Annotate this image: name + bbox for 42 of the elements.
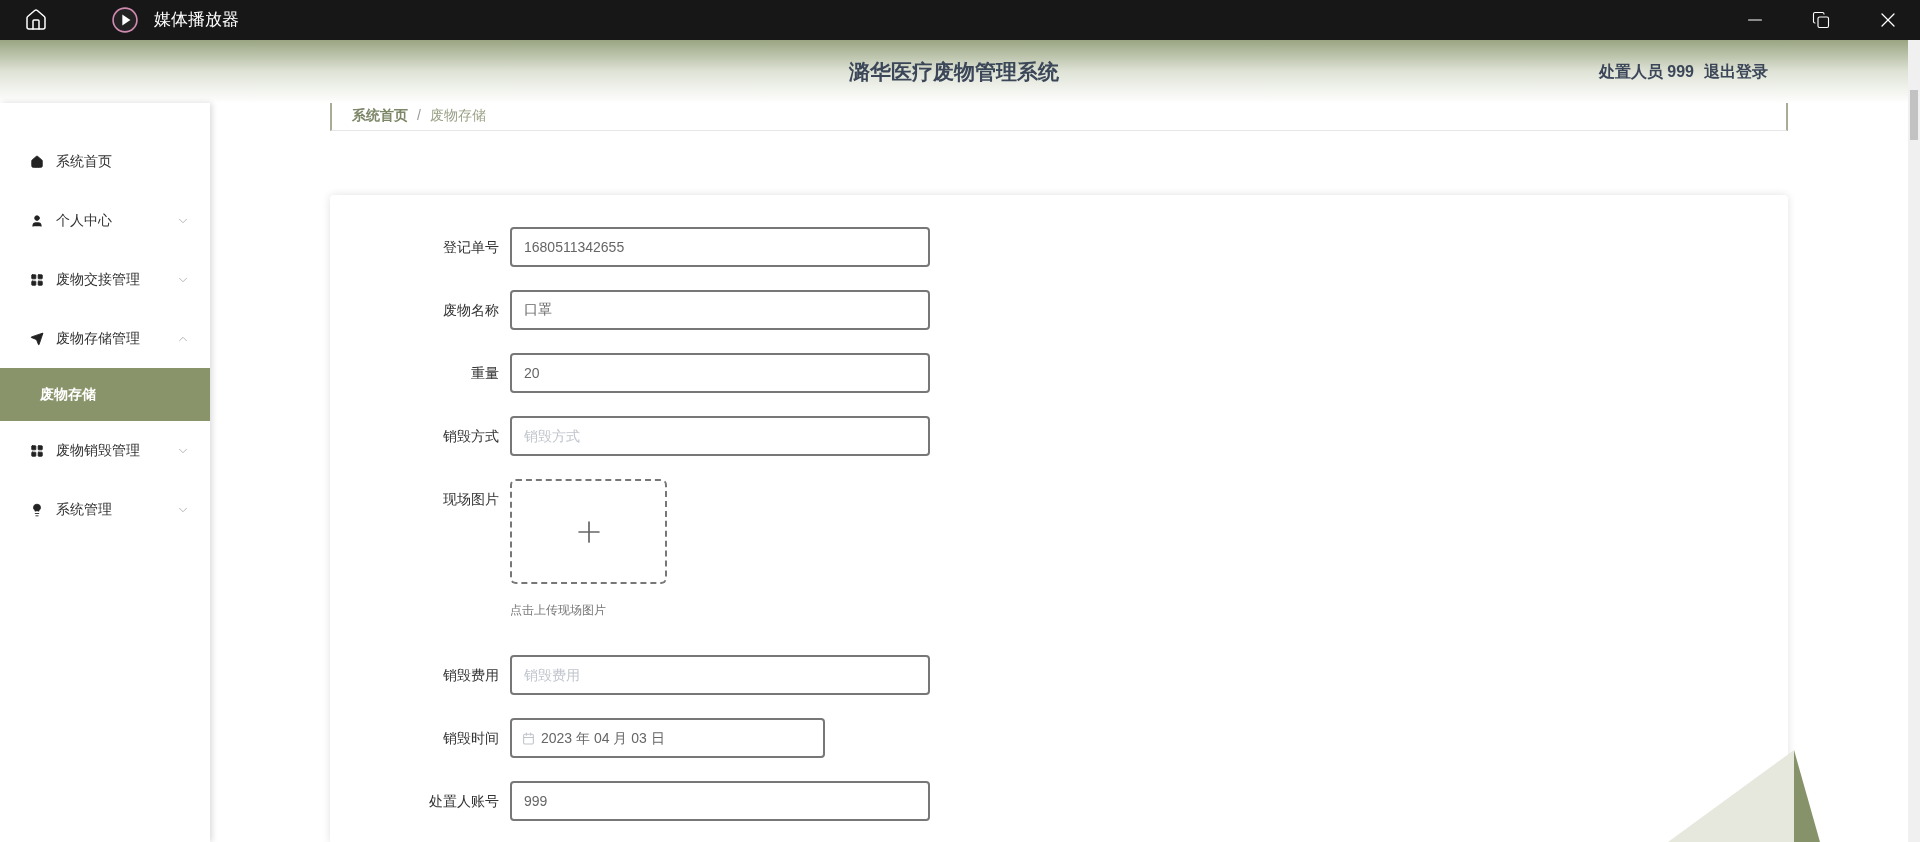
date-value: 2023 年 04 月 03 日 <box>541 728 665 748</box>
input-field[interactable]: 销毁费用 <box>510 655 930 695</box>
input-field[interactable]: 20 <box>510 353 930 393</box>
home-icon <box>30 154 44 169</box>
input-field[interactable]: 口罩 <box>510 290 930 330</box>
field-label: 废物名称 <box>442 301 499 320</box>
play-icon <box>112 7 138 33</box>
field-label: 登记单号 <box>442 238 499 257</box>
person-icon <box>30 213 44 228</box>
input-field[interactable]: 999 <box>510 781 930 821</box>
logout-link[interactable]: 退出登录 <box>1704 59 1768 84</box>
system-title: 潞华医疗废物管理系统 <box>849 58 1059 85</box>
scrollbar[interactable] <box>1908 40 1920 842</box>
upload-hint: 点击上传现场图片 <box>510 602 607 619</box>
field-label: 销毁时间 <box>442 729 499 748</box>
input-field[interactable]: 1680511342655 <box>510 227 930 267</box>
lightbulb-icon <box>30 502 44 517</box>
calendar-icon <box>522 731 535 745</box>
sidebar-item[interactable]: 废物销毁管理 <box>0 421 210 480</box>
field-label: 重量 <box>470 364 499 383</box>
field-label: 销毁方式 <box>442 427 499 446</box>
sidebar-item[interactable]: 废物交接管理 <box>0 250 210 309</box>
home-icon[interactable] <box>24 8 48 32</box>
breadcrumb-separator: / <box>417 106 421 125</box>
field-label: 现场图片 <box>442 490 499 509</box>
window-title: 媒体播放器 <box>154 9 239 32</box>
date-field[interactable]: 2023 年 04 月 03 日 <box>510 718 825 758</box>
breadcrumb-link[interactable]: 系统首页 <box>352 105 408 126</box>
input-field[interactable]: 销毁方式 <box>510 416 930 456</box>
sidebar-item[interactable]: 系统管理 <box>0 480 210 539</box>
sidebar-item[interactable]: 个人中心 <box>0 191 210 250</box>
field-label: 销毁费用 <box>442 666 499 685</box>
grid-icon <box>30 443 44 458</box>
field-label: 处置人账号 <box>428 792 499 811</box>
grid-icon <box>30 272 44 287</box>
restore-icon[interactable] <box>1812 11 1830 29</box>
upload-box[interactable] <box>510 479 667 584</box>
user-name: 处置人员 999 <box>1598 61 1694 82</box>
scrollbar-thumb[interactable] <box>1910 90 1918 140</box>
sidebar-item[interactable]: 系统首页 <box>0 132 210 191</box>
sidebar-item[interactable]: 废物存储管理 <box>0 309 210 368</box>
paper-plane-icon <box>30 331 44 346</box>
